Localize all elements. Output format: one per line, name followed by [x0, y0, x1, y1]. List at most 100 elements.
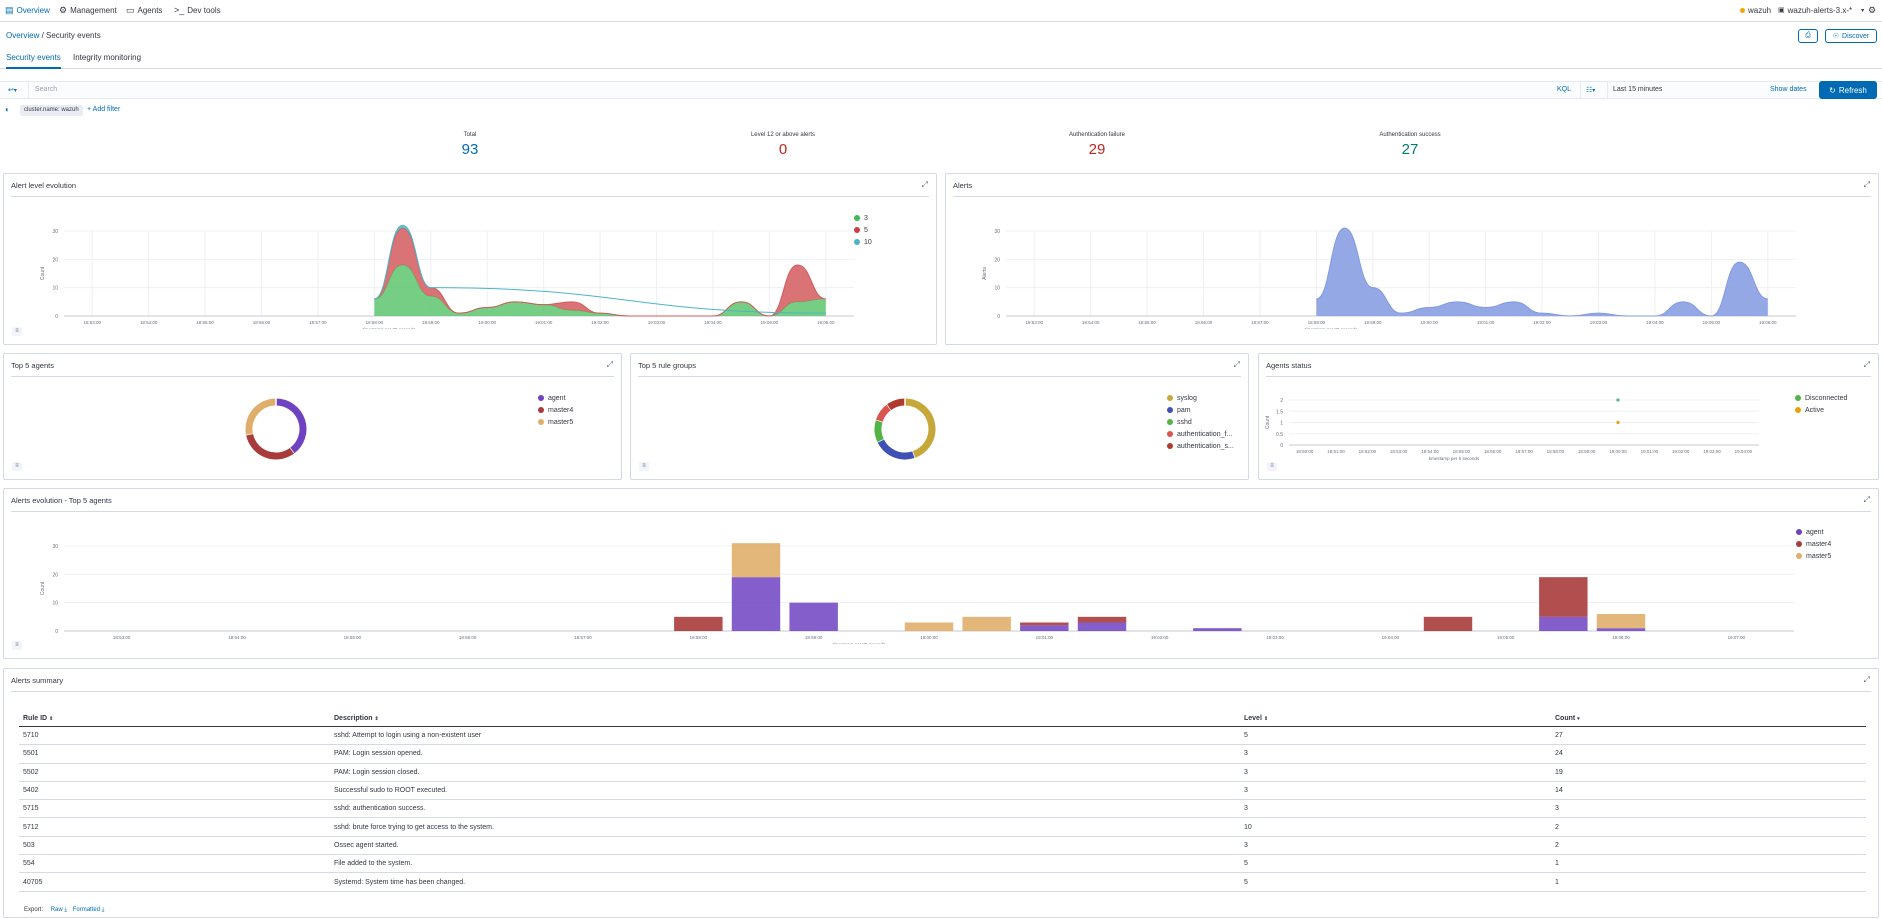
export-formatted-link[interactable]: Formatted ⤓ [73, 907, 105, 913]
export-raw-link[interactable]: Raw ⤓ [51, 907, 67, 913]
panel-alerts-summary: Alerts summary ⤢ Rule ID ⇕ Description ⇕… [3, 668, 1879, 918]
x-tick-label: 18:56:00 [1484, 449, 1502, 454]
breadcrumb-separator: / [39, 31, 47, 40]
legend-item-pam[interactable]: pam [1167, 404, 1234, 416]
x-tick-label: 18:59:00 [1364, 320, 1382, 325]
tab-security-events[interactable]: Security events [6, 53, 61, 69]
table-cell: 3 [1240, 836, 1551, 856]
print-button[interactable]: ⎙ [1798, 29, 1818, 43]
y-tick-label: 0 [997, 314, 1000, 320]
index-pattern-selector[interactable]: ▣ wazuh-alerts-3.x-* ▾ [1778, 6, 1864, 15]
bar-agent [1596, 628, 1646, 631]
panel-alert-level-evolution: Alert level evolution ⤢ 0 10 20 30 18:53:00 1… [3, 173, 937, 345]
refresh-button[interactable]: ↻ Refresh [1819, 81, 1877, 99]
panel-divider [953, 196, 1871, 197]
table-row[interactable]: 503 Ossec agent started. 3 2 [19, 836, 1866, 856]
column-rule-id[interactable]: Rule ID ⇕ [19, 711, 330, 727]
table-cell: Ossec agent started. [330, 836, 1240, 856]
api-selector[interactable]: wazuh [1740, 6, 1771, 15]
legend-toggle-button[interactable]: ≡ [12, 327, 22, 336]
chevron-down-icon: ▾ [1861, 8, 1865, 14]
legend-label: agent [1806, 528, 1824, 536]
legend-item-active[interactable]: Active [1795, 404, 1847, 416]
legend-toggle-button[interactable]: ≡ [12, 641, 22, 650]
nav-overview[interactable]: ▤ Overview [5, 6, 50, 16]
legend-item-disconnected[interactable]: Disconnected [1795, 392, 1847, 404]
show-dates-button[interactable]: Show dates [1770, 86, 1807, 93]
search-input[interactable]: Search [28, 82, 1554, 98]
expand-icon[interactable]: ⤢ [607, 360, 613, 370]
expand-icon[interactable]: ⤢ [1864, 675, 1870, 685]
legend-item-authentication-success[interactable]: authentication_s... [1167, 440, 1234, 452]
expand-icon[interactable]: ⤢ [1234, 360, 1240, 370]
filter-pill[interactable]: cluster.name: wazuh [20, 105, 83, 116]
legend-toggle-button[interactable]: ≡ [639, 462, 649, 471]
x-tick-label: 18:51:00 [1327, 449, 1345, 454]
legend-label: master5 [1806, 552, 1832, 560]
legend-dot [1167, 443, 1173, 449]
kql-toggle[interactable]: KQL [1557, 86, 1571, 93]
legend-item-sshd[interactable]: sshd [1167, 416, 1234, 428]
index-pattern-label: wazuh-alerts-3.x-* [1787, 6, 1853, 15]
tab-integrity-monitoring[interactable]: Integrity monitoring [73, 53, 141, 67]
export-label: Export: [24, 907, 44, 913]
nav-agents[interactable]: ▭ Agents [126, 6, 162, 16]
breadcrumb-overview[interactable]: Overview [6, 31, 39, 40]
table-row[interactable]: 554 File added to the system. 5 1 [19, 854, 1866, 874]
table-row[interactable]: 5402 Successful sudo to ROOT executed. 3 14 [19, 781, 1866, 801]
table-row[interactable]: 5710 sshd: Attempt to login using a non-e… [19, 726, 1866, 746]
alert-level-chart: 0 10 20 30 18:53:00 18:54:00 18:55:00 18:56:00 1… [40, 224, 854, 329]
table-row[interactable]: 5502 PAM: Login session closed. 3 19 [19, 763, 1866, 782]
x-tick-label: 18:57:00 [1515, 449, 1533, 454]
date-quick-menu[interactable]: ☷▾ [1580, 82, 1608, 98]
filter-options-icon[interactable]: ◐ [5, 105, 10, 114]
expand-icon[interactable]: ⤢ [1864, 360, 1870, 370]
legend-item-master5[interactable]: master5 [1796, 550, 1831, 562]
legend-item-master5[interactable]: master5 [538, 416, 573, 428]
expand-icon[interactable]: ⤢ [1864, 180, 1870, 190]
column-count[interactable]: Count ▾ [1551, 711, 1866, 727]
legend-item-level-5[interactable]: 5 [854, 224, 872, 236]
table-row[interactable]: 40705 Systemd: System time has been chang… [19, 872, 1866, 892]
table-row[interactable]: 5501 PAM: Login session opened. 3 24 [19, 744, 1866, 764]
legend-item-agent[interactable]: agent [538, 392, 573, 404]
bar-agent [789, 602, 838, 631]
column-description[interactable]: Description ⇕ [330, 711, 1240, 727]
legend-dot [1795, 407, 1801, 413]
expand-icon[interactable]: ⤢ [922, 180, 928, 190]
legend-toggle-button[interactable]: ≡ [1267, 462, 1277, 471]
refresh-label: Refresh [1838, 85, 1867, 95]
x-tick-label: 18:58:00 [690, 635, 708, 640]
table-cell: 5501 [19, 744, 330, 764]
legend-item-level-10[interactable]: 10 [854, 236, 872, 248]
legend-item-syslog[interactable]: syslog [1167, 392, 1234, 404]
table-row[interactable]: 5715 sshd: authentication success. 3 3 [19, 799, 1866, 819]
legend-item-level-3[interactable]: 3 [854, 212, 872, 224]
settings-button[interactable]: ⚙ [1868, 6, 1876, 15]
table-cell: 5710 [19, 726, 330, 746]
legend-item-agent[interactable]: agent [1796, 526, 1831, 538]
saved-query-button[interactable]: ↩▾ [8, 86, 17, 94]
discover-button[interactable]: ☉ Discover [1825, 29, 1877, 43]
table-cell: 3 [1240, 781, 1551, 801]
time-range-label[interactable]: Last 15 minutes [1613, 86, 1662, 93]
legend-dot [1796, 541, 1802, 547]
column-level[interactable]: Level ⇕ [1240, 711, 1551, 727]
stat-label-level12: Level 12 or above alerts [750, 132, 816, 138]
table-cell: 1 [1551, 854, 1866, 874]
legend-item-authentication-failed[interactable]: authentication_f... [1167, 428, 1234, 440]
slice-authentication_f... [875, 404, 892, 422]
table-cell: 40705 [19, 872, 330, 892]
alerts-evolution-chart: 0 10 20 30 18:53:00 18:54:00 18:55:00 18:56:00 1… [40, 543, 1794, 644]
add-filter-button[interactable]: + Add filter [87, 106, 120, 113]
legend-toggle-button[interactable]: ≡ [12, 462, 22, 471]
download-icon: ⤓ [64, 907, 68, 913]
nav-devtools[interactable]: >_ Dev tools [174, 6, 221, 16]
nav-management[interactable]: ⚙ Management [59, 6, 117, 16]
legend-item-master4[interactable]: master4 [538, 404, 573, 416]
x-tick-label: 19:00:00 [920, 635, 938, 640]
legend-item-master4[interactable]: master4 [1796, 538, 1831, 550]
expand-icon[interactable]: ⤢ [1864, 495, 1870, 505]
legend-label: sshd [1177, 418, 1192, 426]
table-row[interactable]: 5712 sshd: brute force trying to get acce… [19, 817, 1866, 837]
